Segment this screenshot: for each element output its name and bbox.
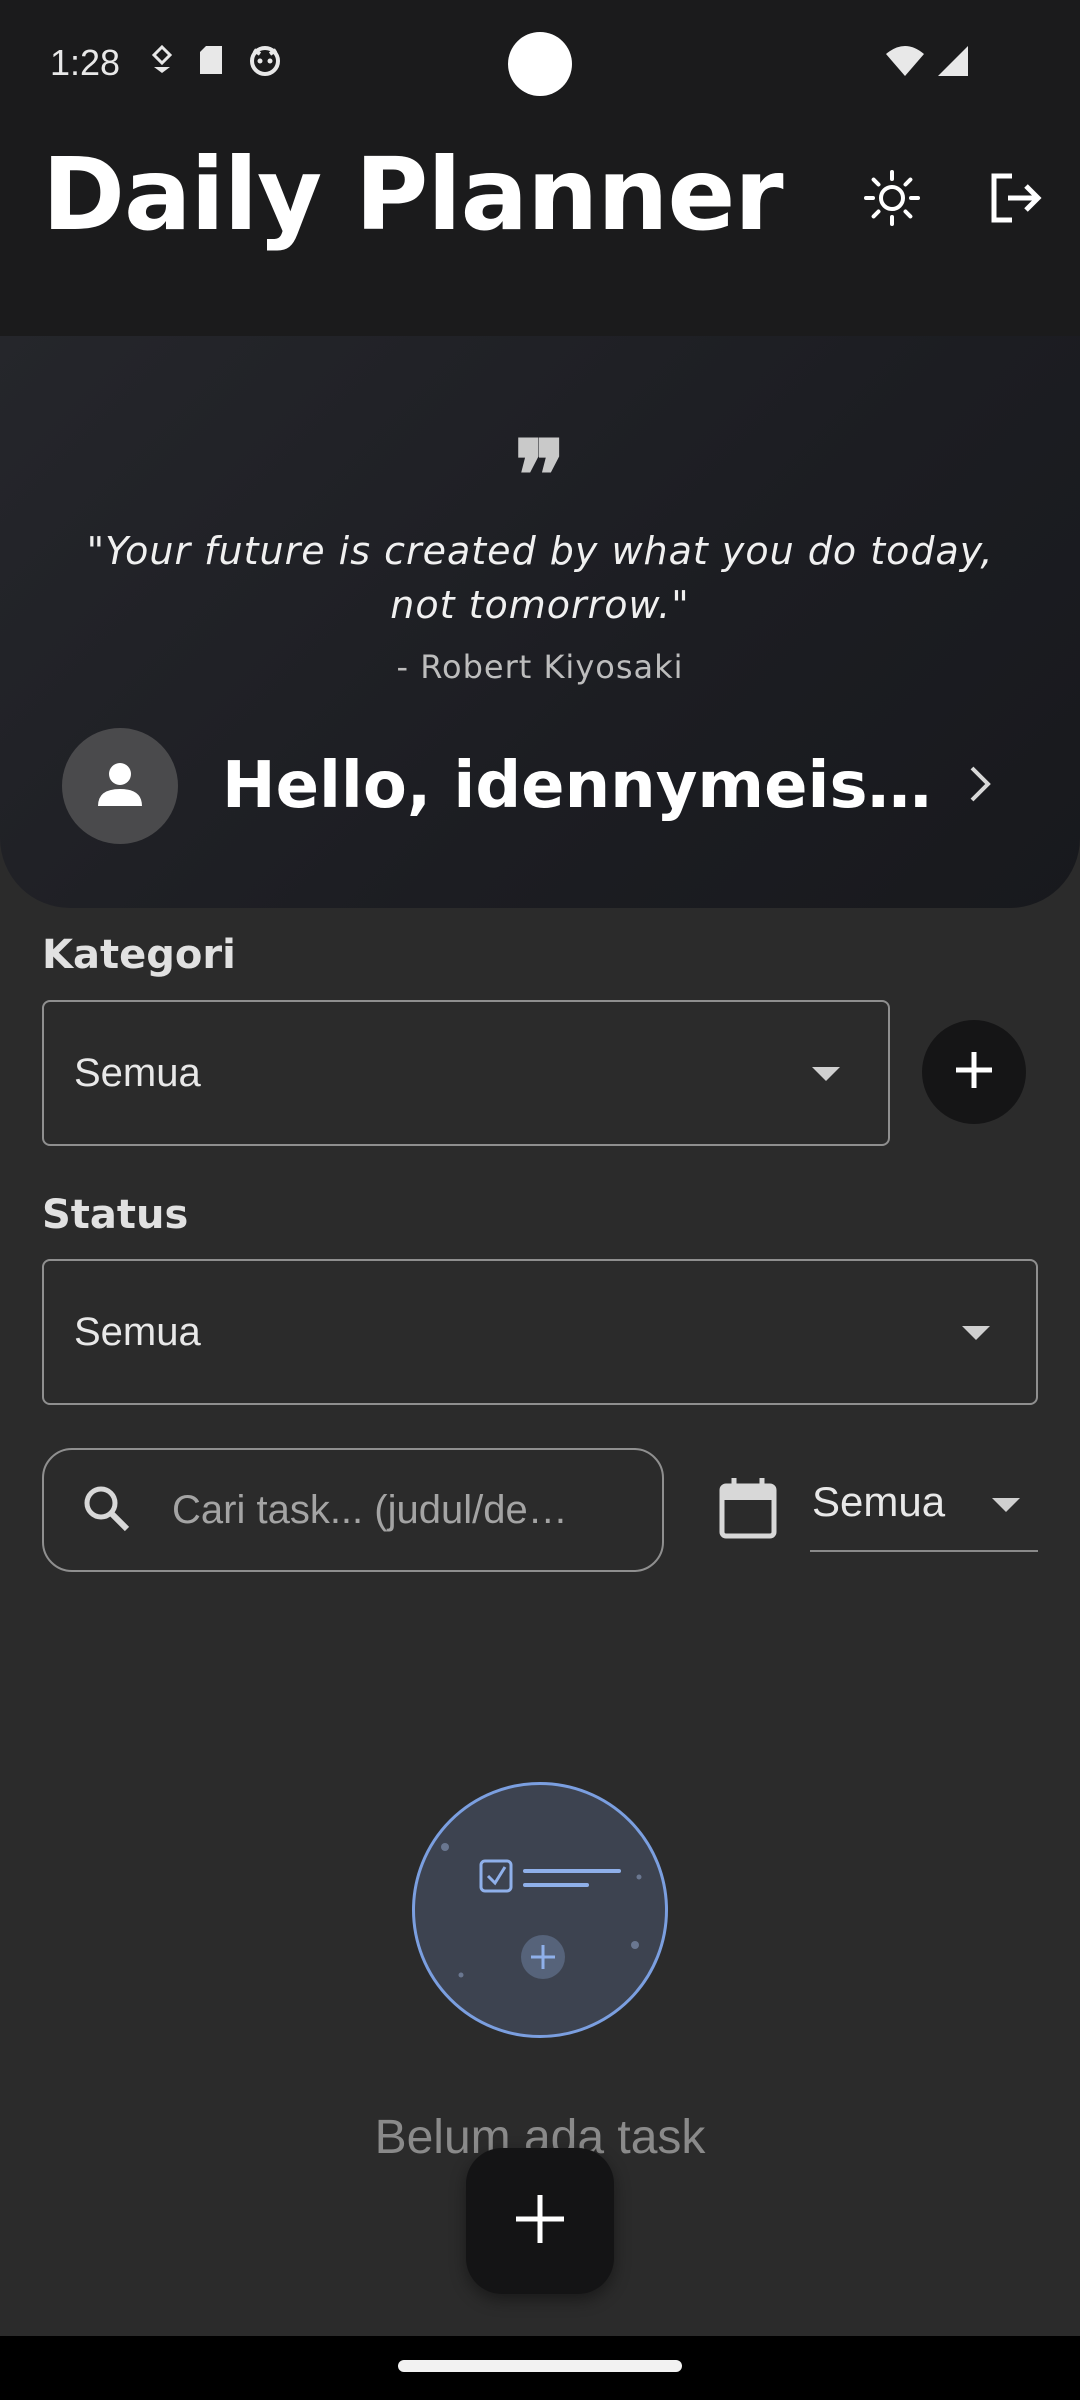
location-pin-icon — [150, 44, 174, 80]
chevron-right-icon — [964, 762, 994, 811]
chevron-down-icon — [992, 1498, 1020, 1512]
plus-icon — [952, 1048, 996, 1097]
home-gesture-handle[interactable] — [398, 2360, 682, 2372]
system-nav-bar — [0, 2336, 1080, 2400]
quote-author: - Robert Kiyosaki — [396, 648, 684, 686]
logout-button[interactable] — [976, 160, 1056, 240]
status-time: 1:28 — [50, 42, 121, 83]
greeting-text: Hello, idennymeister… — [222, 749, 942, 823]
category-label: Kategori — [42, 932, 236, 978]
category-dropdown[interactable]: Semua — [42, 1000, 890, 1146]
date-filter-dropdown[interactable]: Semua — [810, 1468, 1038, 1552]
person-icon — [92, 756, 148, 817]
add-category-button[interactable] — [922, 1020, 1026, 1124]
wifi-icon — [884, 44, 926, 83]
page-title: Daily Planner — [42, 136, 784, 253]
date-filter-value: Semua — [812, 1478, 946, 1525]
add-task-button[interactable] — [466, 2148, 614, 2294]
profile-greeting-row[interactable]: Hello, idennymeister… — [62, 728, 1022, 844]
status-icons-right — [884, 44, 970, 83]
status-bar: 1:28 — [0, 0, 1080, 130]
signal-icon — [936, 44, 970, 83]
chevron-down-icon — [962, 1326, 990, 1340]
quote-hero-card: ❞ "Your future is created by what you do… — [0, 336, 1080, 908]
search-icon — [80, 1482, 132, 1539]
category-selected-value: Semua — [74, 1050, 201, 1095]
status-selected-value: Semua — [74, 1309, 201, 1354]
search-placeholder: Cari task... (judul/de… — [172, 1487, 568, 1532]
calendar-button[interactable] — [718, 1476, 778, 1554]
status-dropdown[interactable]: Semua — [42, 1259, 1038, 1405]
theme-toggle-button[interactable] — [852, 160, 932, 240]
avatar — [62, 728, 178, 844]
quote-text: "Your future is created by what you do t… — [86, 529, 994, 627]
chevron-down-icon — [812, 1067, 840, 1081]
sd-card-icon — [198, 44, 224, 81]
app-header: Daily Planner — [0, 130, 1080, 336]
logout-icon — [988, 170, 1044, 231]
empty-state-illustration — [412, 1782, 668, 2038]
camera-cutout — [508, 32, 572, 96]
status-label: Status — [42, 1192, 189, 1238]
quote-mark-icon: ❞ — [514, 419, 566, 532]
calendar-icon — [718, 1478, 778, 1544]
status-icons-left — [150, 44, 282, 81]
search-input[interactable]: Cari task... (judul/de… — [42, 1448, 664, 1572]
cat-face-icon — [248, 44, 282, 81]
plus-icon — [512, 2191, 568, 2252]
sun-icon — [862, 168, 922, 233]
